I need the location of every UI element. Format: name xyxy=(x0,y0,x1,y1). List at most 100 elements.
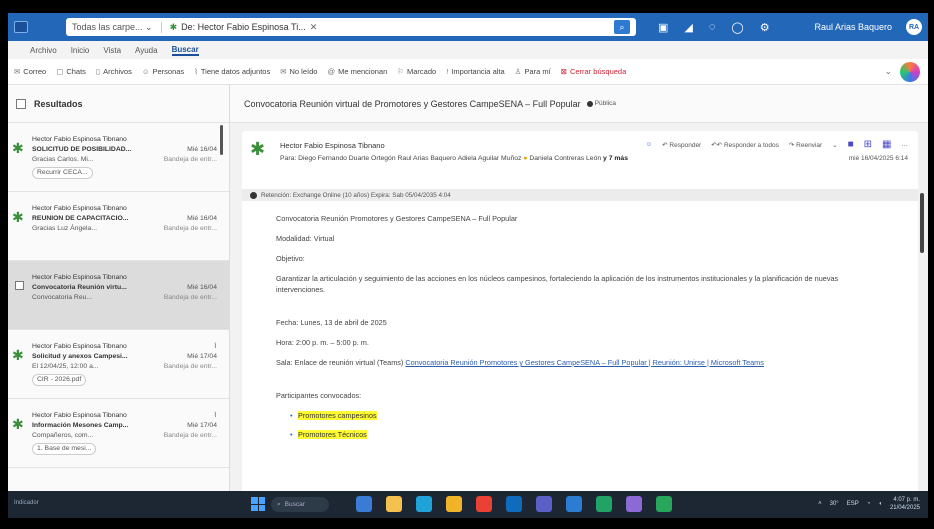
ribbon-attachments[interactable]: ⌇ Tiene datos adjuntos xyxy=(194,67,270,76)
wifi-icon[interactable]: ◔ xyxy=(867,501,871,507)
outlook-icon[interactable] xyxy=(506,496,522,512)
list-item: Promotores Técnicos xyxy=(290,429,884,440)
ribbon-label: Para mí xyxy=(524,67,551,76)
chrome-icon[interactable] xyxy=(476,496,492,512)
bell-icon[interactable]: ◢ xyxy=(684,21,692,34)
results-title: Resultados xyxy=(34,98,83,109)
volume-icon[interactable]: ◖ xyxy=(878,501,882,507)
weather-temp[interactable]: 30° xyxy=(830,501,839,507)
lightbulb-icon[interactable]: ◌ xyxy=(709,21,716,34)
results-scrollbar[interactable] xyxy=(220,125,223,155)
forward-button[interactable]: ↷ Reenviar xyxy=(789,141,822,149)
gear-icon[interactable]: ⚙ xyxy=(760,21,770,34)
ribbon-label: Marcado xyxy=(407,67,437,76)
reply-button[interactable]: ↶ Responder xyxy=(662,141,701,149)
clock[interactable]: 4:07 p. m. 21/04/2025 xyxy=(890,496,920,512)
item-subject: Convocatoria Reunión virtu... xyxy=(32,284,127,291)
search-icon[interactable]: ⌕ xyxy=(614,20,630,34)
item-folder: Bandeja de entr... xyxy=(163,432,217,439)
recipient-list[interactable]: Diego Fernando Duarte Ortegón Raul Arias… xyxy=(298,155,521,162)
flag-icon: ⚐ xyxy=(397,67,405,76)
item-date: Mié 16/04 xyxy=(187,284,217,291)
person-icon: ♙ xyxy=(514,67,522,76)
menu-view[interactable]: Vista xyxy=(103,46,121,55)
ribbon-mentions[interactable]: @ Me mencionan xyxy=(327,67,387,76)
sender-star-icon: ✱ xyxy=(12,140,24,156)
ribbon-high-importance[interactable]: ! Importancia alta xyxy=(446,67,504,76)
language-indicator[interactable]: ESP xyxy=(847,501,859,507)
item-folder: Bandeja de entr... xyxy=(163,294,217,301)
menu-help[interactable]: Ayuda xyxy=(135,46,158,55)
list-item-selected[interactable]: Hector Fabio Espinosa Tibnano Convocator… xyxy=(8,261,229,330)
ribbon-files[interactable]: ▯ Archivos xyxy=(96,67,132,76)
ribbon-mail[interactable]: ✉ Correo xyxy=(14,67,46,76)
public-badge: Pública xyxy=(586,100,616,107)
help-icon[interactable]: ◯ xyxy=(731,21,743,34)
ellipsis-icon[interactable]: … xyxy=(902,141,909,148)
teams-icon[interactable] xyxy=(536,496,552,512)
ribbon-to-me[interactable]: ♙ Para mí xyxy=(515,67,551,76)
room-prefix: Sala: Enlace de reunión virtual (Teams) xyxy=(276,358,404,367)
person-star-icon: ✱ xyxy=(169,21,178,32)
chevron-up-icon[interactable]: ˄ xyxy=(818,501,822,507)
windows-start-icon[interactable] xyxy=(251,497,265,511)
recipient-last[interactable]: Daniela Contreras León xyxy=(529,155,601,162)
menu-search[interactable]: Buscar xyxy=(171,45,199,56)
menu-file[interactable]: Archivo xyxy=(30,46,57,55)
item-preview: Convocatoria Reu... xyxy=(32,294,93,301)
item-checkbox[interactable] xyxy=(15,281,24,290)
file-explorer-icon[interactable] xyxy=(386,496,402,512)
file-icon: ▯ xyxy=(95,67,101,76)
more-icon[interactable]: ⌄ xyxy=(884,66,892,77)
search-filter-chip[interactable]: ✱ De: Hector Fabio Espinosa Ti... ✕ xyxy=(170,22,318,33)
list-item[interactable]: ✱ Hector Fabio Espinosa Tibnano SOLICITU… xyxy=(8,123,229,192)
store-icon[interactable] xyxy=(446,496,462,512)
taskbar-indicator[interactable]: Indicador xyxy=(14,500,39,506)
word-icon[interactable] xyxy=(566,496,582,512)
ribbon-people[interactable]: ☺ Personas xyxy=(142,67,184,76)
info-icon xyxy=(250,191,257,199)
list-item[interactable]: ✱ Hector Fabio Espinosa Tibnano ⌇ Solicit… xyxy=(8,330,229,399)
search-ribbon: ✉ Correo ▢ Chats ▯ Archivos ☺ Personas ⌇ Tien… xyxy=(8,59,928,85)
reply-label: Responder xyxy=(669,141,702,149)
ribbon-unread[interactable]: ✉ No leído xyxy=(280,67,317,76)
ribbon-label: Tiene datos adjuntos xyxy=(200,67,271,76)
excel-icon[interactable] xyxy=(596,496,612,512)
search-scope-select[interactable]: Todas las carpe... ⌄ xyxy=(72,21,162,33)
close-search-button[interactable]: ⊠ Cerrar búsqueda xyxy=(561,67,627,76)
menu-home[interactable]: Inicio xyxy=(71,46,90,55)
apps-icon[interactable]: ⊞ xyxy=(864,139,872,150)
grid-icon[interactable]: ▦ xyxy=(882,139,891,150)
retention-text: Retención: Exchange Online (10 años) Exp… xyxy=(261,191,451,199)
app-icon[interactable] xyxy=(656,496,672,512)
user-avatar[interactable]: RA xyxy=(906,19,922,35)
search-icon: ⌕ xyxy=(277,500,281,508)
list-item[interactable]: ✱ Hector Fabio Espinosa Tibnano ⌇ Informa… xyxy=(8,399,229,468)
ribbon-chats[interactable]: ▢ Chats xyxy=(56,67,86,76)
user-name[interactable]: Raul Arias Baquero xyxy=(814,22,892,32)
sender-name[interactable]: Hector Fabio Espinosa Tibnano xyxy=(280,141,385,150)
teams-share-icon[interactable]: ■ xyxy=(848,139,854,150)
more-actions-chevron-icon[interactable]: ⌄ xyxy=(832,141,837,149)
taskbar-search[interactable]: ⌕ Buscar xyxy=(271,497,329,512)
teams-meeting-link[interactable]: Convocatoria Reunión Promotores y Gestor… xyxy=(405,358,764,367)
app-icon[interactable] xyxy=(626,496,642,512)
reply-all-button[interactable]: ↶↶ Responder a todos xyxy=(711,141,779,149)
remove-chip-icon[interactable]: ✕ xyxy=(310,22,318,33)
ribbon-label: Correo xyxy=(23,67,47,76)
item-attachment-chip[interactable]: Recurrir CECA... xyxy=(32,167,93,179)
ribbon-flagged[interactable]: ⚐ Marcado xyxy=(397,67,436,76)
teams-icon[interactable]: ▣ xyxy=(658,21,668,34)
item-attachment-chip[interactable]: CIR - 2026.pdf xyxy=(32,374,87,386)
widgets-icon[interactable] xyxy=(356,496,372,512)
copilot-icon[interactable] xyxy=(900,62,920,82)
select-all-checkbox[interactable] xyxy=(16,98,26,109)
list-item[interactable]: ✱ Hector Fabio Espinosa Tibnano REUNION … xyxy=(8,192,229,261)
reading-scrollbar[interactable] xyxy=(920,193,924,253)
emoji-reaction-icon[interactable]: ☺ xyxy=(646,141,653,148)
edge-icon[interactable] xyxy=(416,496,432,512)
more-recipients[interactable]: y 7 más xyxy=(603,155,628,162)
item-attachment-chip[interactable]: 1. Base de mesi... xyxy=(32,443,97,455)
search-box[interactable]: Todas las carpe... ⌄ ✱ De: Hector Fabio … xyxy=(66,18,636,36)
outlook-app-icon xyxy=(14,21,28,33)
